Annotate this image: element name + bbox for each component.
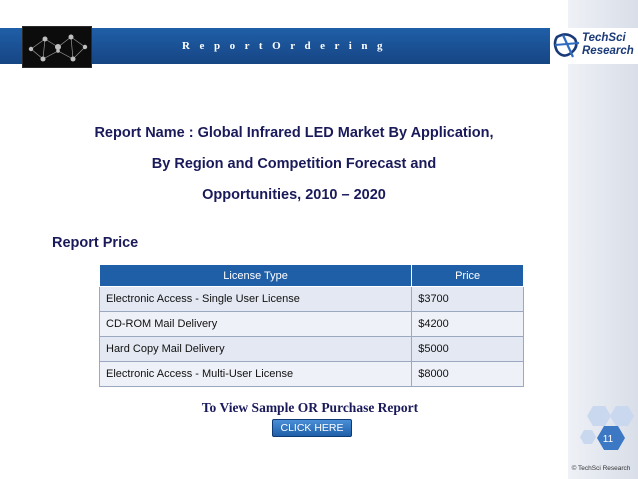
report-name-line-2: By Region and Competition Forecast and	[151, 156, 437, 172]
purchase-prompt: To View Sample OR Purchase Report	[201, 400, 419, 415]
license-type-cell: CD-ROM Mail Delivery	[98, 311, 413, 337]
techsci-logo: TechSci Research	[550, 28, 638, 64]
price-cell: $8000	[411, 361, 524, 387]
table-row: Electronic Access - Single User License …	[98, 286, 524, 312]
column-header-price: Price	[411, 264, 524, 287]
price-cell: $5000	[411, 336, 524, 362]
copyright-text: © TechSci Research	[571, 465, 631, 472]
column-header-license-type: License Type	[98, 264, 413, 287]
report-name: Report Name : Global Infrared LED Market…	[60, 118, 528, 211]
table-row: Hard Copy Mail Delivery $5000	[98, 336, 524, 362]
network-graphic-icon	[28, 34, 88, 62]
license-type-cell: Electronic Access - Single User License	[98, 286, 413, 312]
price-table-header-row: License Type Price	[98, 264, 524, 287]
price-table: License Type Price Electronic Access - S…	[98, 264, 524, 387]
page-number: 11	[602, 434, 614, 445]
report-name-line-3: Opportunities, 2010 – 2020	[202, 187, 386, 203]
logo-line-2: Research	[582, 45, 634, 57]
logo-line-1: TechSci	[582, 32, 626, 44]
license-type-cell: Electronic Access - Multi-User License	[98, 361, 413, 387]
table-row: Electronic Access - Multi-User License $…	[98, 361, 524, 387]
click-here-button[interactable]: CLICK HERE	[272, 419, 352, 437]
price-cell: $4200	[411, 311, 524, 337]
header-thumbnail-image	[22, 26, 92, 68]
price-cell: $3700	[411, 286, 524, 312]
techsci-logo-icon	[553, 33, 580, 58]
report-price-heading: Report Price	[52, 235, 139, 251]
table-row: CD-ROM Mail Delivery $4200	[98, 311, 524, 337]
report-name-line-1: Report Name : Global Infrared LED Market…	[94, 125, 494, 141]
license-type-cell: Hard Copy Mail Delivery	[98, 336, 413, 362]
